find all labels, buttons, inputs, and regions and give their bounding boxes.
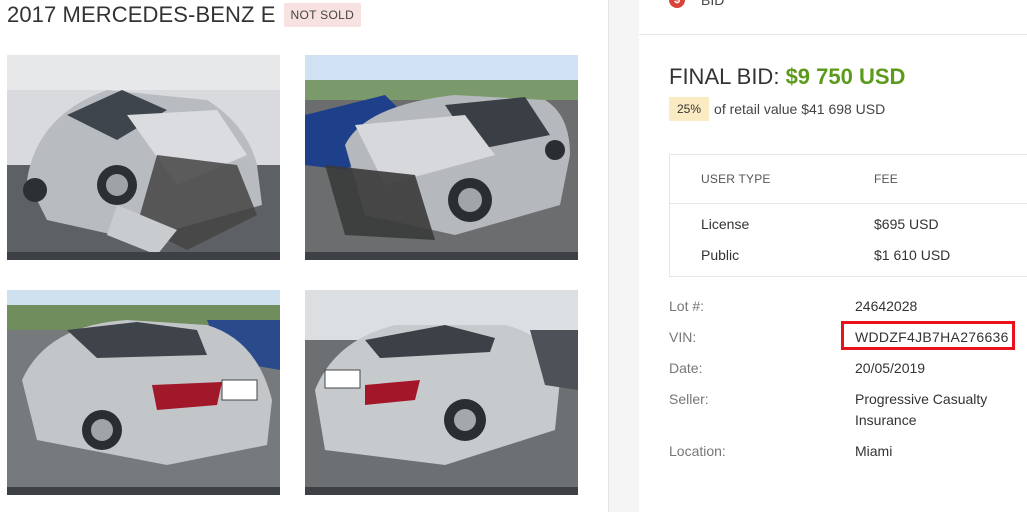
seller-value: Progressive Casualty Insurance bbox=[855, 391, 988, 428]
vin-label: VIN: bbox=[669, 329, 697, 345]
user-type-cell: License bbox=[701, 215, 750, 232]
table-row: Public $1 610 USD bbox=[670, 239, 1027, 270]
retail-value-text: of retail value $41 698 USD bbox=[714, 101, 886, 117]
vehicle-photo-4[interactable] bbox=[305, 290, 578, 495]
vehicle-photo-2-image bbox=[305, 55, 578, 260]
dollar-icon: $ bbox=[669, 0, 685, 8]
location-label: Location: bbox=[669, 443, 726, 459]
vehicle-photo-2[interactable] bbox=[305, 55, 578, 260]
column-divider bbox=[608, 0, 640, 512]
title-row: 2017 MERCEDES-BENZ E NOT SOLD bbox=[7, 2, 362, 28]
final-bid-label: FINAL BID: bbox=[669, 64, 780, 89]
not-sold-badge: NOT SOLD bbox=[283, 3, 362, 27]
date-label: Date: bbox=[669, 360, 703, 376]
table-row: License $695 USD bbox=[670, 208, 1027, 239]
retail-percent-badge: 25% bbox=[669, 97, 710, 121]
user-type-cell: Public bbox=[701, 246, 740, 263]
vehicle-photo-1-image bbox=[7, 55, 280, 260]
vin-value: WDDZF4JB7HA276636 bbox=[855, 329, 1009, 345]
location-value: Miami bbox=[855, 443, 893, 459]
vehicle-photo-1[interactable] bbox=[7, 55, 280, 260]
fee-table: USER TYPE FEE License $695 USD Public $1… bbox=[669, 154, 1027, 277]
lot-label: Lot #: bbox=[669, 298, 705, 314]
fee-cell: $695 USD bbox=[874, 215, 939, 232]
fee-header: FEE bbox=[874, 172, 898, 186]
retail-value-row: 25% of retail value $41 698 USD bbox=[669, 97, 885, 121]
fee-cell: $1 610 USD bbox=[874, 246, 951, 263]
vehicle-photo-3-image bbox=[7, 290, 280, 495]
bid-panel: $ BID FINAL BID: $9 750 USD 25% of retai… bbox=[639, 0, 1027, 512]
date-value: 20/05/2019 bbox=[855, 360, 926, 376]
vehicle-title: 2017 MERCEDES-BENZ E bbox=[7, 2, 276, 27]
final-bid-amount: $9 750 USD bbox=[785, 64, 906, 89]
final-bid: FINAL BID: $9 750 USD bbox=[669, 64, 905, 90]
fee-table-header: USER TYPE FEE bbox=[670, 155, 1027, 204]
seller-label: Seller: bbox=[669, 391, 709, 407]
bid-label: BID bbox=[701, 0, 725, 8]
vehicle-photo-3[interactable] bbox=[7, 290, 280, 495]
bid-header: $ BID bbox=[669, 0, 724, 8]
section-divider bbox=[639, 34, 1027, 35]
lot-value: 24642028 bbox=[855, 298, 918, 314]
vehicle-photo-4-image bbox=[305, 290, 578, 495]
user-type-header: USER TYPE bbox=[701, 172, 771, 186]
